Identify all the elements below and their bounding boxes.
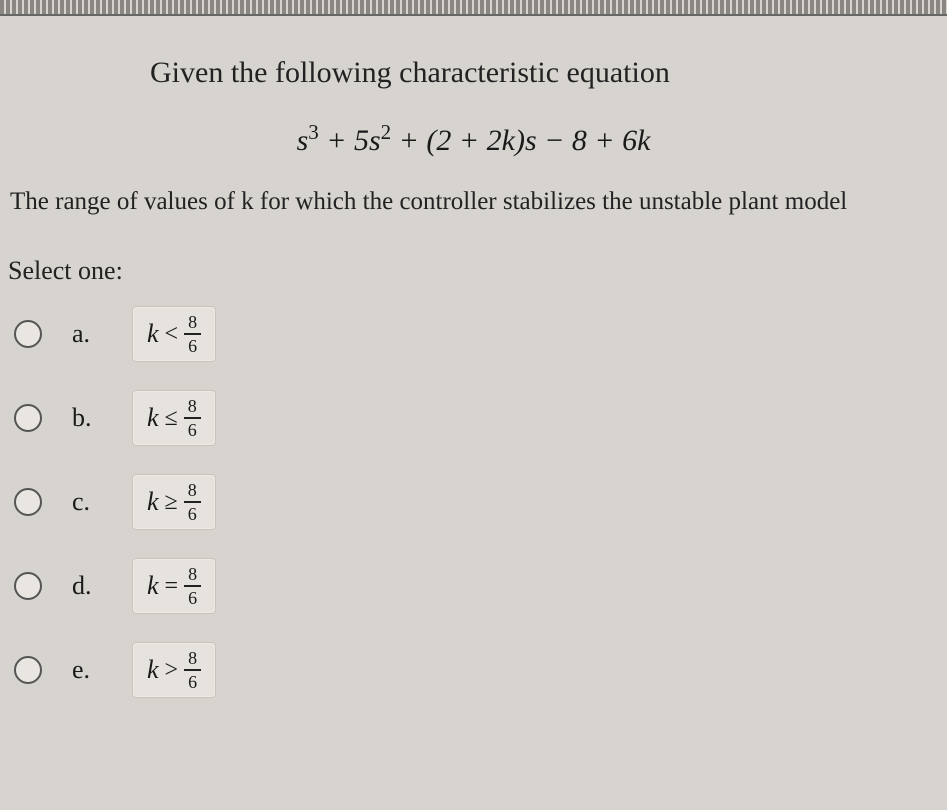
option-label-b: b. (72, 403, 102, 433)
operator-b: ≤ (165, 406, 178, 430)
frac-den: 6 (184, 671, 201, 691)
var-k: k (147, 571, 159, 601)
frac-num: 8 (184, 649, 201, 671)
frac-num: 8 (184, 397, 201, 419)
select-one-label: Select one: (8, 256, 947, 286)
radio-d[interactable] (14, 572, 42, 600)
operator-a: < (165, 322, 179, 346)
fraction-c: 8 6 (184, 481, 201, 523)
radio-a[interactable] (14, 320, 42, 348)
fraction-d: 8 6 (184, 565, 201, 607)
option-b[interactable]: b. k ≤ 8 6 (14, 390, 947, 446)
operator-c: ≥ (165, 490, 178, 514)
frac-num: 8 (184, 565, 201, 587)
option-e[interactable]: e. k > 8 6 (14, 642, 947, 698)
fraction-b: 8 6 (184, 397, 201, 439)
frac-num: 8 (184, 481, 201, 503)
option-label-e: e. (72, 655, 102, 685)
option-a[interactable]: a. k < 8 6 (14, 306, 947, 362)
frac-den: 6 (184, 503, 201, 523)
question-range-text: The range of values of k for which the c… (10, 188, 947, 216)
question-intro: Given the following characteristic equat… (150, 56, 947, 90)
formula-c: k ≥ 8 6 (132, 474, 216, 530)
option-label-a: a. (72, 319, 102, 349)
frac-den: 6 (184, 419, 201, 439)
operator-d: = (165, 574, 179, 598)
operator-e: > (165, 658, 179, 682)
radio-e[interactable] (14, 656, 42, 684)
frac-den: 6 (184, 587, 201, 607)
fraction-a: 8 6 (184, 313, 201, 355)
formula-b: k ≤ 8 6 (132, 390, 216, 446)
question-content: Given the following characteristic equat… (0, 56, 947, 698)
var-k: k (147, 487, 159, 517)
characteristic-equation: s3 + 5s2 + (2 + 2k)s − 8 + 6k (297, 124, 651, 157)
var-k: k (147, 655, 159, 685)
radio-c[interactable] (14, 488, 42, 516)
formula-d: k = 8 6 (132, 558, 216, 614)
radio-b[interactable] (14, 404, 42, 432)
top-ruler (0, 0, 947, 16)
option-label-d: d. (72, 571, 102, 601)
options-list: a. k < 8 6 b. k ≤ 8 6 (14, 306, 947, 698)
frac-num: 8 (184, 313, 201, 335)
var-k: k (147, 319, 159, 349)
fraction-e: 8 6 (184, 649, 201, 691)
formula-a: k < 8 6 (132, 306, 216, 362)
option-d[interactable]: d. k = 8 6 (14, 558, 947, 614)
option-c[interactable]: c. k ≥ 8 6 (14, 474, 947, 530)
formula-e: k > 8 6 (132, 642, 216, 698)
frac-den: 6 (184, 335, 201, 355)
option-label-c: c. (72, 487, 102, 517)
equation-row: s3 + 5s2 + (2 + 2k)s − 8 + 6k (0, 120, 947, 158)
var-k: k (147, 403, 159, 433)
